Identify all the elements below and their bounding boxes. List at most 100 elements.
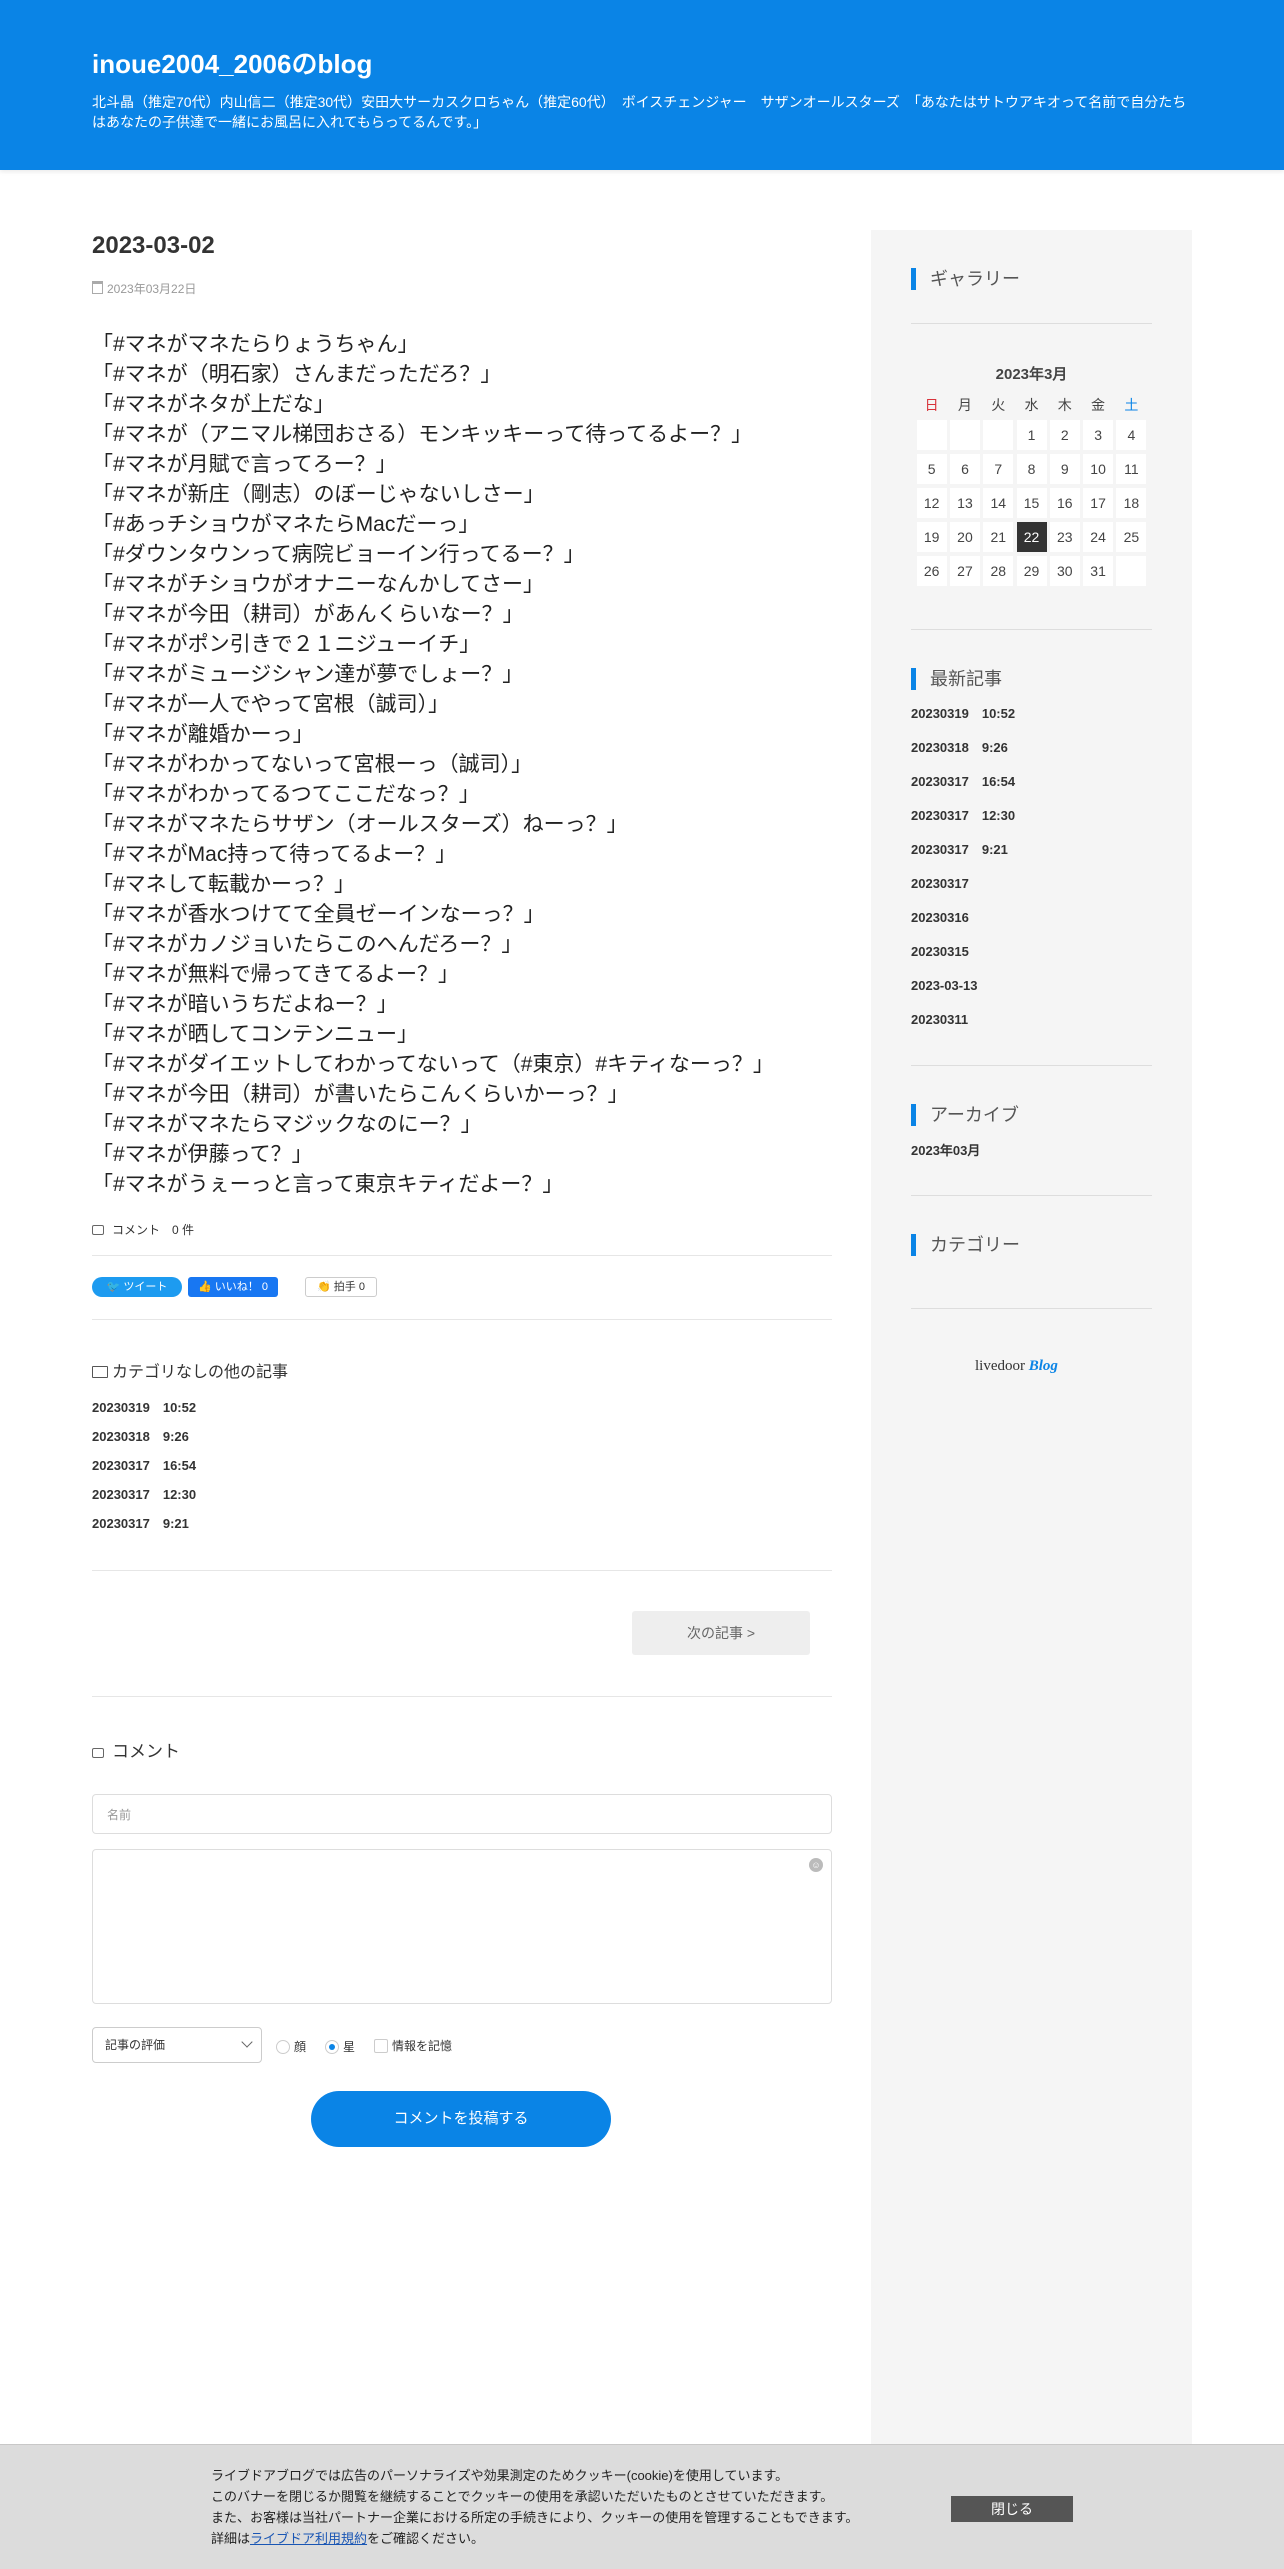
calendar-day[interactable]: 20	[949, 522, 980, 552]
livedoor-logo-text: livedoor	[975, 1358, 1025, 1374]
folder-icon	[92, 1366, 108, 1378]
calendar-day[interactable]: 16	[1049, 488, 1080, 518]
other-article-link[interactable]: 20230317 9:21	[92, 1514, 196, 1543]
recent-article-link[interactable]: 20230317 12:30	[911, 806, 1015, 840]
recent-article-link[interactable]: 20230319 10:52	[911, 704, 1015, 738]
calendar-day[interactable]: 12	[916, 488, 947, 518]
divider	[92, 1570, 832, 1571]
post-line: 「#マネがわかってないって宮根ーっ（誠司）」	[92, 753, 533, 776]
recent-article-link[interactable]: 20230311	[911, 1010, 1015, 1044]
post-line: 「#マネが香水つけてて全員ゼーインなーっ？」	[92, 903, 545, 926]
post-line: 「#マネが新庄（剛志）のぼーじゃないしさー」	[92, 483, 545, 506]
calendar-weekday: 木	[1057, 397, 1072, 413]
calendar-day[interactable]: 14	[983, 488, 1014, 518]
post-line: 「#マネが今田（耕司）が書いたらこんくらいかーっ？」	[92, 1083, 629, 1106]
comment-count[interactable]: コメント 0 件	[92, 1221, 194, 1238]
remember-checkbox[interactable]: 情報を記憶	[374, 2037, 452, 2054]
submit-comment-button[interactable]: コメントを投稿する	[311, 2091, 611, 2147]
rating-select-value: 記事の評価	[105, 2038, 166, 2052]
calendar-day[interactable]: 1	[1016, 420, 1047, 450]
name-input[interactable]: 名前	[92, 1794, 832, 1834]
post-line: 「#マネが（明石家）さんまだっただろ？」	[92, 363, 502, 386]
comment-bubble-icon	[92, 1748, 104, 1758]
post-line: 「#マネがマネたらマジックなのにー？」	[92, 1113, 482, 1136]
calendar-day[interactable]: 27	[949, 556, 980, 586]
calendar-day[interactable]: 18	[1116, 488, 1147, 518]
next-article-button[interactable]: 次の記事 >	[632, 1611, 810, 1655]
calendar-day[interactable]: 22	[1016, 522, 1047, 552]
calendar-day[interactable]: 2	[1049, 420, 1080, 450]
recent-article-link[interactable]: 20230316	[911, 908, 1015, 942]
radio-star[interactable]: 星	[325, 2038, 355, 2055]
calendar-day[interactable]: 26	[916, 556, 947, 586]
terms-link[interactable]: ライブドア利用規約	[250, 2531, 367, 2546]
calendar-day[interactable]: 11	[1116, 454, 1147, 484]
calendar-day[interactable]: 8	[1016, 454, 1047, 484]
gallery-heading: ギャラリー	[911, 268, 1020, 290]
calendar-day[interactable]: 19	[916, 522, 947, 552]
recent-article-link[interactable]: 20230317 9:21	[911, 840, 1015, 874]
clap-button[interactable]: 👏 拍手 0	[305, 1277, 377, 1297]
cookie-line: このバナーを閉じるか閲覧を継続することでクッキーの使用を承認いただいたものとさせ…	[211, 2489, 834, 2504]
calendar-weekday: 土	[1124, 397, 1139, 413]
blog-title[interactable]: inoue2004_2006のblog	[92, 44, 372, 81]
post-date-text: 2023年03月22日	[107, 282, 197, 296]
comment-form-heading: コメント	[92, 1737, 180, 1762]
calendar-day[interactable]: 17	[1083, 488, 1114, 518]
calendar-day[interactable]: 24	[1083, 522, 1114, 552]
recent-article-link[interactable]: 20230317 16:54	[911, 772, 1015, 806]
rating-select[interactable]: 記事の評価	[92, 2027, 262, 2063]
post-line: 「#あっチショウがマネたらMacだーっ」	[92, 513, 480, 536]
divider	[92, 1255, 832, 1256]
other-article-link[interactable]: 20230317 16:54	[92, 1456, 196, 1485]
recent-article-link[interactable]: 2023-03-13	[911, 976, 1015, 1010]
post-line: 「#マネがMac持って待ってるよー？」	[92, 843, 457, 866]
calendar-day[interactable]: 10	[1083, 454, 1114, 484]
calendar-day[interactable]: 13	[949, 488, 980, 518]
recent-article-link[interactable]: 20230318 9:26	[911, 738, 1015, 772]
emoji-icon[interactable]: ☺	[809, 1858, 823, 1872]
recent-article-link[interactable]: 20230315	[911, 942, 1015, 976]
post-line: 「#マネがマネたらサザン（オールスターズ）ねーっ？」	[92, 813, 628, 836]
other-article-link[interactable]: 20230318 9:26	[92, 1427, 196, 1456]
post-line: 「#マネがチショウがオナニーなんかしてさー」	[92, 573, 545, 596]
calendar-day[interactable]: 25	[1116, 522, 1147, 552]
thumbs-up-icon: 👍	[198, 1281, 215, 1293]
radio-circle-selected	[325, 2040, 339, 2054]
tweet-button[interactable]: 🐦 ツイート	[92, 1277, 182, 1297]
other-article-link[interactable]: 20230319 10:52	[92, 1398, 196, 1427]
calendar-day[interactable]: 29	[1016, 556, 1047, 586]
calendar-day[interactable]: 23	[1049, 522, 1080, 552]
calendar-day[interactable]: 4	[1116, 420, 1147, 450]
calendar-day[interactable]: 3	[1083, 420, 1114, 450]
cookie-line: 詳細はライブドア利用規約をご確認ください。	[211, 2528, 931, 2549]
calendar-day[interactable]: 30	[1049, 556, 1080, 586]
post-line: 「#マネが月賦で言ってろー？」	[92, 453, 397, 476]
calendar-day[interactable]: 6	[949, 454, 980, 484]
radio-face[interactable]: 顔	[276, 2038, 306, 2055]
calendar-week-row: 5 6 7 8 9 10 11	[915, 452, 1148, 486]
calendar-day[interactable]: 28	[983, 556, 1014, 586]
post-title[interactable]: 2023-03-02	[92, 232, 215, 260]
post-line: 「#マネがうぇーっと言って東京キティだよー？」	[92, 1173, 564, 1196]
cookie-banner: ライブドアブログでは広告のパーソナライズや効果測定のためクッキー(cookie)…	[0, 2444, 1284, 2569]
calendar-day[interactable]: 31	[1083, 556, 1114, 586]
cookie-close-button[interactable]: 閉じる	[951, 2496, 1073, 2522]
cookie-line: ライブドアブログでは広告のパーソナライズや効果測定のためクッキー(cookie)…	[211, 2468, 789, 2483]
cookie-text: ライブドアブログでは広告のパーソナライズや効果測定のためクッキー(cookie)…	[211, 2465, 931, 2549]
sidebar-divider	[911, 323, 1152, 324]
like-button[interactable]: 👍 いいね！ 0	[188, 1277, 278, 1297]
post-line: 「#マネして転載かーっ？」	[92, 873, 356, 896]
archive-link[interactable]: 2023年03月	[911, 1140, 980, 1159]
calendar-day[interactable]: 9	[1049, 454, 1080, 484]
other-article-link[interactable]: 20230317 12:30	[92, 1485, 196, 1514]
comment-textarea[interactable]: ☺	[92, 1849, 832, 2004]
calendar-day[interactable]: 21	[983, 522, 1014, 552]
recent-article-link[interactable]: 20230317	[911, 874, 1015, 908]
livedoor-blog-logo[interactable]: livedoor Blog	[975, 1358, 1058, 1375]
calendar-day[interactable]: 15	[1016, 488, 1047, 518]
tweet-button-label: ツイート	[123, 1281, 168, 1293]
calendar-day[interactable]: 7	[983, 454, 1014, 484]
calendar-day[interactable]: 5	[916, 454, 947, 484]
cookie-line: また、お客様は当社パートナー企業における所定の手続きにより、クッキーの使用を管理…	[211, 2510, 859, 2525]
